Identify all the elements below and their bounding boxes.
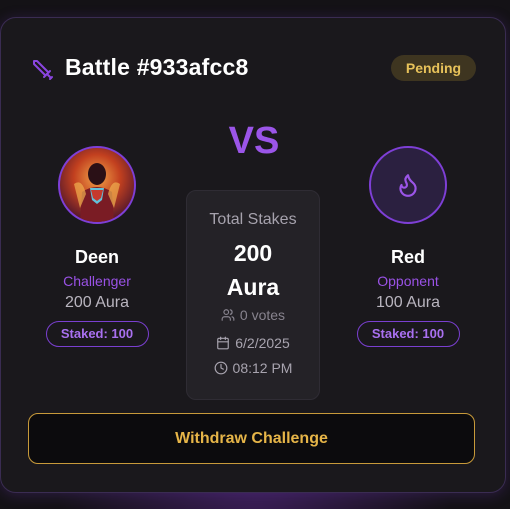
calendar-icon	[217, 336, 230, 350]
opponent-aura: 100 Aura	[375, 294, 441, 311]
opponent-panel: Red Opponent 100 Aura Staked: 100	[333, 146, 483, 347]
battle-date: 6/2/2025	[235, 335, 290, 351]
challenger-panel: Deen Challenger 200 Aura Staked: 100	[22, 146, 172, 347]
time-row: 08:12 PM	[187, 359, 319, 377]
challenger-avatar[interactable]	[58, 146, 136, 224]
votes-count: 0 votes	[239, 307, 286, 323]
hero-avatar-image	[74, 163, 120, 222]
opponent-role: Opponent	[377, 273, 439, 289]
votes-row: 0 votes	[187, 306, 319, 324]
total-stakes-value: 200	[233, 240, 273, 266]
battle-time: 08:12 PM	[232, 360, 293, 376]
challenger-name: Deen	[74, 247, 119, 267]
withdraw-challenge-button[interactable]: Withdraw Challenge	[28, 413, 475, 464]
opponent-name: Red	[390, 247, 425, 267]
date-row: 6/2/2025	[187, 334, 319, 352]
battle-title: Battle #933afcc8	[65, 54, 249, 80]
page: Battle #933afcc8 Pending VS Deen Challen…	[0, 0, 510, 509]
clock-icon	[214, 361, 227, 375]
opponent-avatar[interactable]	[369, 146, 447, 224]
vs-label: VS	[228, 120, 280, 162]
users-icon	[221, 309, 235, 321]
flame-icon	[399, 174, 417, 197]
challenger-role: Challenger	[63, 273, 131, 289]
opponent-staked-badge: Staked: 100	[356, 321, 460, 347]
status-badge: Pending	[391, 55, 476, 81]
total-stakes-box: Total Stakes 200 Aura 0 votes 6/2/2025 0…	[186, 190, 320, 400]
challenger-staked-badge: Staked: 100	[45, 321, 149, 347]
total-stakes-amount: 200 Aura	[187, 236, 319, 304]
total-stakes-label: Total Stakes	[209, 211, 297, 228]
total-stakes-unit: Aura	[226, 274, 280, 300]
sword-icon	[33, 60, 53, 80]
challenger-aura: 200 Aura	[64, 294, 130, 311]
